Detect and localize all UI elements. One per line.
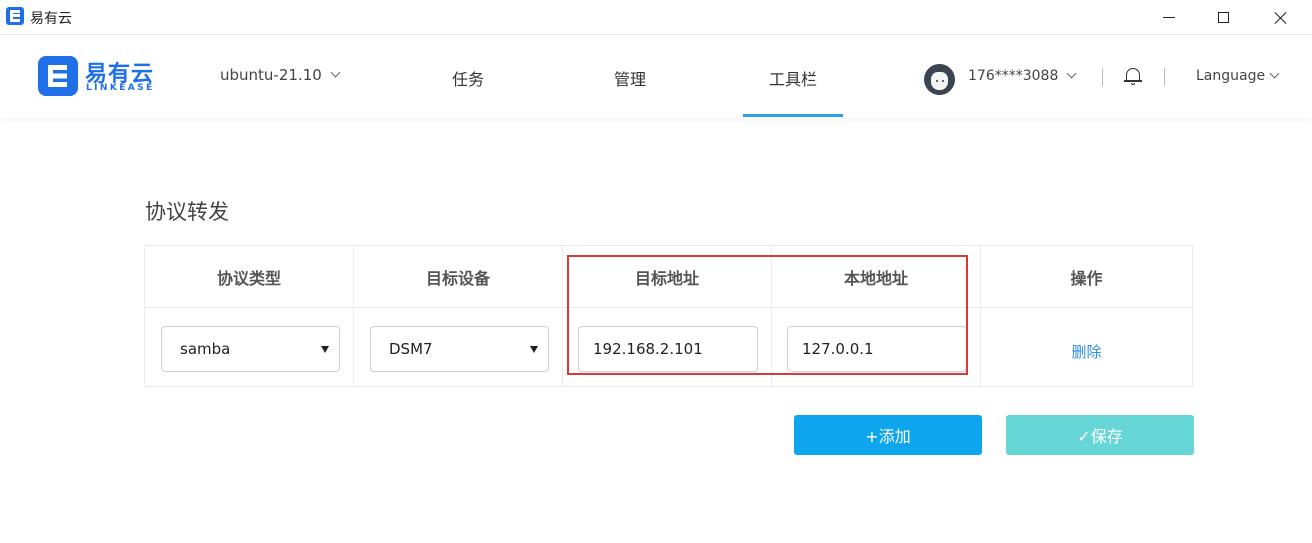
column-device: 目标设备 DSM7 xyxy=(354,246,563,386)
protocol-value: samba xyxy=(180,340,231,358)
dropdown-arrow-icon xyxy=(321,346,329,353)
table-header: 操作 xyxy=(981,246,1192,308)
device-value: DSM7 xyxy=(389,340,433,358)
avatar[interactable] xyxy=(924,64,955,95)
minimize-button[interactable] xyxy=(1142,0,1196,35)
column-local-address: 本地地址 xyxy=(772,246,981,386)
maximize-button[interactable] xyxy=(1196,0,1250,35)
device-name: ubuntu-21.10 xyxy=(220,66,322,84)
maximize-icon xyxy=(1217,12,1229,23)
app-header: 易有云 LINKEASE ubuntu-21.10 任务 管理 工具栏 176*… xyxy=(0,36,1312,118)
app-icon xyxy=(6,7,24,25)
close-button[interactable] xyxy=(1254,0,1308,35)
language-selector[interactable]: Language xyxy=(1196,68,1280,84)
user-menu[interactable]: 176****3088 xyxy=(968,68,1077,84)
logo-subtext: LINKEASE xyxy=(86,83,155,93)
device-select[interactable]: DSM7 xyxy=(370,326,549,372)
logo-icon xyxy=(38,56,78,96)
window-title: 易有云 xyxy=(30,11,72,27)
column-actions: 操作 删除 xyxy=(981,246,1192,386)
user-name: 176****3088 xyxy=(968,68,1059,84)
tab-manage[interactable]: 管理 xyxy=(580,66,680,90)
tab-tasks[interactable]: 任务 xyxy=(418,66,518,90)
forwarding-table: 协议类型 samba 目标设备 DSM7 目标地址 本地地址 操作 删除 xyxy=(144,245,1193,387)
column-target-address: 目标地址 xyxy=(563,246,772,386)
protocol-select[interactable]: samba xyxy=(161,326,340,372)
dropdown-arrow-icon xyxy=(530,346,538,353)
table-header: 协议类型 xyxy=(145,246,353,308)
table-header: 目标地址 xyxy=(563,246,771,308)
tab-toolbar[interactable]: 工具栏 xyxy=(743,66,843,90)
window-titlebar: 易有云 xyxy=(0,0,1312,35)
column-protocol: 协议类型 samba xyxy=(145,246,354,386)
chevron-down-icon xyxy=(330,67,341,78)
target-address-input[interactable] xyxy=(578,326,758,372)
table-header: 目标设备 xyxy=(354,246,562,308)
bell-icon[interactable] xyxy=(1124,66,1142,86)
minimize-icon xyxy=(1163,17,1175,18)
chevron-down-icon xyxy=(1269,68,1280,79)
active-tab-indicator xyxy=(743,114,843,117)
local-address-input[interactable] xyxy=(787,326,967,372)
divider xyxy=(1102,68,1103,86)
close-icon xyxy=(1274,11,1288,25)
add-button[interactable]: +添加 xyxy=(794,415,982,455)
chevron-down-icon xyxy=(1066,68,1077,79)
device-selector[interactable]: ubuntu-21.10 xyxy=(220,66,341,84)
page-title: 协议转发 xyxy=(145,200,229,224)
language-label: Language xyxy=(1196,68,1266,84)
delete-link[interactable]: 删除 xyxy=(981,341,1192,362)
save-button[interactable]: ✓保存 xyxy=(1006,415,1194,455)
divider xyxy=(1164,68,1165,86)
table-header: 本地地址 xyxy=(772,246,980,308)
